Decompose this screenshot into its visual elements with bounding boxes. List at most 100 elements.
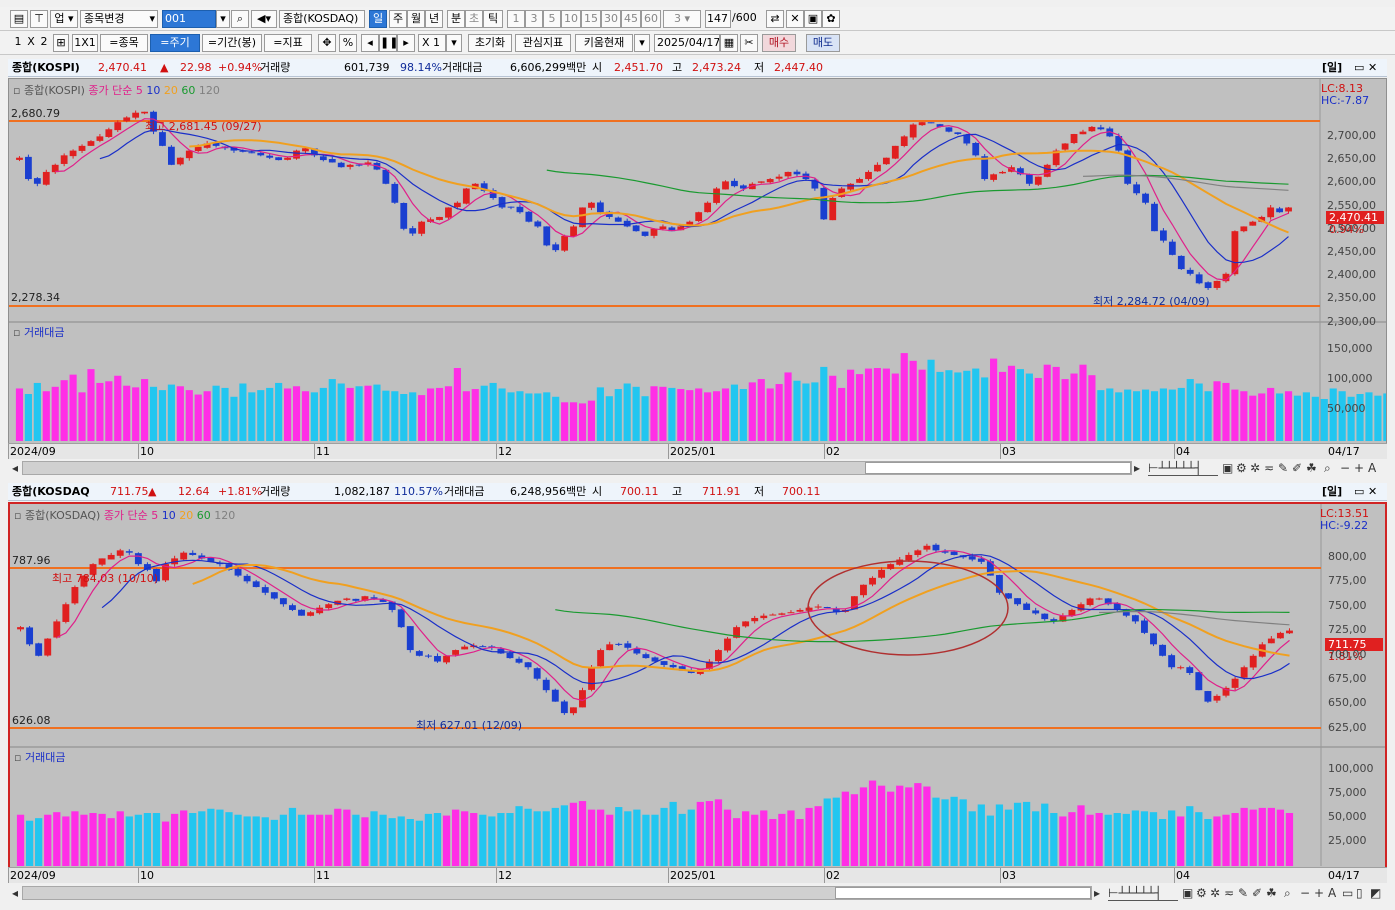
multiplier-select[interactable]: X 1 bbox=[418, 34, 446, 52]
interval-1[interactable]: 1 bbox=[507, 10, 525, 28]
zoom-in-icon[interactable]: + bbox=[1314, 886, 1324, 900]
window-icon[interactable]: ▤ bbox=[10, 10, 28, 28]
interval-60[interactable]: 60 bbox=[641, 10, 661, 28]
symbol-change-select[interactable]: 종목변경 ▾ bbox=[80, 10, 158, 28]
zoom-in-icon[interactable]: + bbox=[1354, 461, 1364, 475]
filter-icon[interactable]: ≂ bbox=[1224, 886, 1234, 900]
zoom-icon[interactable]: ⌕ bbox=[1324, 461, 1331, 475]
kosdaq-chart-svg[interactable] bbox=[10, 504, 1385, 868]
search-icon[interactable]: ⌕ bbox=[231, 10, 249, 28]
record-count-input[interactable]: 147 bbox=[705, 10, 731, 28]
code-dropdown-icon[interactable]: ▾ bbox=[216, 10, 230, 28]
symbol-sync-button[interactable]: =종목 bbox=[100, 34, 148, 52]
filter-icon[interactable]: ≂ bbox=[1264, 461, 1274, 475]
zoom-slider[interactable]: ⊢┴┴┴┴┴┤ bbox=[1108, 886, 1178, 901]
interval-3[interactable]: 3 bbox=[525, 10, 543, 28]
calendar-icon[interactable]: ▦ bbox=[720, 34, 738, 52]
kosdaq-name[interactable]: 종합(KOSDAQ bbox=[12, 483, 90, 501]
pen-icon[interactable]: ✐ bbox=[1292, 461, 1302, 475]
layout-2[interactable]: 2 bbox=[38, 34, 50, 52]
close-icon[interactable]: ✕ bbox=[1368, 483, 1377, 501]
kosdaq-period-tag[interactable]: [일] bbox=[1322, 483, 1342, 501]
gear-icon[interactable]: ⚙ bbox=[1196, 886, 1207, 900]
settings-icon[interactable]: ✿ bbox=[822, 10, 840, 28]
market-select[interactable]: 업 ▾ bbox=[50, 10, 78, 28]
scissors-icon[interactable]: ✂ bbox=[740, 34, 758, 52]
favorite-indicator-button[interactable]: 관심지표 bbox=[515, 34, 571, 52]
zoom-out-icon[interactable]: − bbox=[1300, 886, 1310, 900]
period-minute[interactable]: 분 bbox=[447, 10, 465, 28]
text-icon[interactable]: A bbox=[1368, 461, 1376, 475]
table-icon[interactable]: ▣ bbox=[1182, 886, 1193, 900]
period-sync-button[interactable]: =주기 bbox=[150, 34, 200, 52]
zoom-slider[interactable]: ⊢┴┴┴┴┴┤ bbox=[1148, 461, 1218, 476]
interval-5[interactable]: 5 bbox=[543, 10, 561, 28]
kosdaq-scroll-thumb[interactable] bbox=[835, 887, 1091, 899]
period-day[interactable]: 일 bbox=[369, 10, 387, 28]
kospi-scroll-track[interactable] bbox=[22, 461, 1132, 475]
text-icon[interactable]: A bbox=[1328, 886, 1336, 900]
move-icon[interactable]: ✥ bbox=[318, 34, 336, 52]
interval-45[interactable]: 45 bbox=[621, 10, 641, 28]
period-year[interactable]: 년 bbox=[425, 10, 443, 28]
paint-icon[interactable]: ☘ bbox=[1306, 461, 1317, 475]
interval-10[interactable]: 10 bbox=[561, 10, 581, 28]
next-icon[interactable]: ▸ bbox=[397, 34, 415, 52]
paint-icon[interactable]: ☘ bbox=[1266, 886, 1277, 900]
kospi-name[interactable]: 종합(KOSPI) bbox=[12, 59, 80, 77]
compare-icon[interactable]: ⇄ bbox=[766, 10, 784, 28]
date-input[interactable]: 2025/04/17 bbox=[654, 34, 720, 52]
kospi-chart-pane[interactable]: ▫ 종합(KOSPI) 종가 단순 5 10 20 60 120 ▫ 거래대금 … bbox=[8, 78, 1387, 446]
interval-30[interactable]: 30 bbox=[601, 10, 621, 28]
code-input[interactable]: 001 bbox=[162, 10, 216, 28]
kosdaq-scroll-track[interactable] bbox=[22, 886, 1092, 900]
buy-button[interactable]: 매수 bbox=[762, 34, 796, 52]
period-month[interactable]: 월 bbox=[407, 10, 425, 28]
grid-icon[interactable]: ⊞ bbox=[53, 34, 69, 52]
maximize-icon[interactable]: ▭ bbox=[1354, 59, 1364, 77]
kiwoom-dropdown-icon[interactable]: ▾ bbox=[634, 34, 650, 52]
panel-icon[interactable]: ▭ bbox=[1342, 886, 1353, 900]
panel-alt-icon[interactable]: ▯ bbox=[1356, 886, 1363, 900]
speaker-icon[interactable]: ◀▾ bbox=[251, 10, 277, 28]
kosdaq-chart-pane[interactable]: ▫ 종합(KOSDAQ) 종가 단순 5 10 20 60 120 ▫ 거래대금… bbox=[8, 502, 1387, 870]
scroll-left-icon[interactable]: ◂ bbox=[12, 886, 18, 900]
table-icon[interactable]: ▣ bbox=[1222, 461, 1233, 475]
gear-icon[interactable]: ⚙ bbox=[1236, 461, 1247, 475]
pen-icon[interactable]: ✐ bbox=[1252, 886, 1262, 900]
save-icon[interactable]: ▣ bbox=[804, 10, 822, 28]
interval-15[interactable]: 15 bbox=[581, 10, 601, 28]
close-icon[interactable]: ✕ bbox=[1368, 59, 1377, 77]
pause-icon[interactable]: ❚❚ bbox=[379, 34, 397, 52]
indicator-sync-button[interactable]: =지표 bbox=[264, 34, 312, 52]
reset-button[interactable]: 초기화 bbox=[468, 34, 512, 52]
range-sync-button[interactable]: =기간(봉) bbox=[202, 34, 262, 52]
prev-icon[interactable]: ◂ bbox=[361, 34, 379, 52]
multiplier-dropdown-icon[interactable]: ▾ bbox=[446, 34, 462, 52]
layout-1[interactable]: 1 bbox=[12, 34, 24, 52]
maximize-icon[interactable]: ▭ bbox=[1354, 483, 1364, 501]
period-week[interactable]: 주 bbox=[389, 10, 407, 28]
crosshair-icon[interactable]: ✕ bbox=[786, 10, 804, 28]
draw-icon[interactable]: ✎ bbox=[1278, 461, 1288, 475]
kiwoom-current-button[interactable]: 키움현재 bbox=[575, 34, 633, 52]
expand-icon[interactable]: ◩ bbox=[1370, 886, 1381, 900]
settings-alt-icon[interactable]: ✲ bbox=[1210, 886, 1220, 900]
scroll-left-icon[interactable]: ◂ bbox=[12, 461, 18, 475]
zoom-out-icon[interactable]: − bbox=[1340, 461, 1350, 475]
draw-icon[interactable]: ✎ bbox=[1238, 886, 1248, 900]
symbol-name-field[interactable]: 종합(KOSDAQ) bbox=[279, 10, 365, 28]
scroll-right-icon[interactable]: ▸ bbox=[1094, 886, 1100, 900]
pin-icon[interactable]: ⊤ bbox=[30, 10, 48, 28]
kospi-scroll-thumb[interactable] bbox=[865, 462, 1131, 474]
period-second[interactable]: 초 bbox=[465, 10, 483, 28]
percent-button[interactable]: % bbox=[339, 34, 357, 52]
scroll-right-icon[interactable]: ▸ bbox=[1134, 461, 1140, 475]
period-tick[interactable]: 틱 bbox=[483, 10, 503, 28]
kospi-period-tag[interactable]: [일] bbox=[1322, 59, 1342, 77]
layout-x[interactable]: X bbox=[25, 34, 37, 52]
zoom-icon[interactable]: ⌕ bbox=[1284, 886, 1291, 900]
sell-button[interactable]: 매도 bbox=[806, 34, 840, 52]
count-select[interactable]: 3 ▾ bbox=[663, 10, 701, 28]
settings-alt-icon[interactable]: ✲ bbox=[1250, 461, 1260, 475]
